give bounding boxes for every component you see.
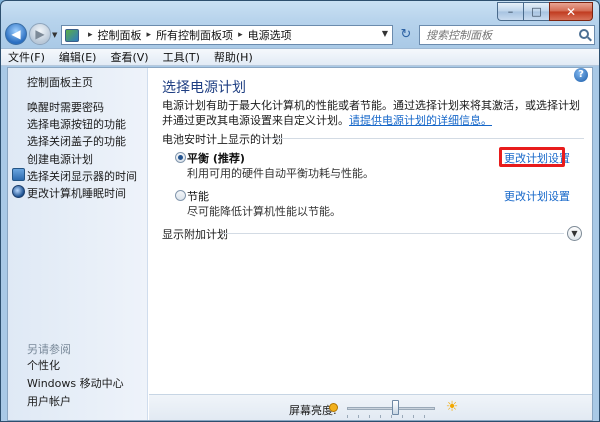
plan-power-saver-settings-link[interactable]: 更改计划设置 — [504, 188, 570, 204]
plan-power-saver-description: 尽可能降低计算机性能以节能。 — [187, 205, 341, 218]
left-task-pane: 控制面板主页 唤醒时需要密码 选择电源按钮的功能 选择关闭盖子的功能 创建电源计… — [8, 68, 148, 420]
caption-buttons: – □ ✕ — [497, 2, 593, 21]
navigation-bar: ◀ ▶ ▼ ▸ 控制面板 ▸ 所有控制面板项 ▸ 电源选项 ▼ ↻ — [1, 23, 599, 47]
search-input[interactable] — [420, 27, 570, 43]
section-label: 电池安时计上显示的计划 — [162, 133, 283, 146]
recent-pages-dropdown-icon[interactable]: ▼ — [52, 31, 57, 39]
brightness-slider-ticks — [347, 415, 435, 418]
page-description: 电源计划有助于最大化计算机的性能或者节能。通过选择计划来将其激活，或选择计划并通… — [162, 98, 582, 128]
sidebar-item-display-off[interactable]: 选择关闭显示器的时间 — [27, 168, 137, 184]
see-also-heading: 另请参阅 — [27, 343, 71, 356]
address-dropdown-icon[interactable]: ▼ — [382, 29, 388, 38]
plan-balanced-name[interactable]: 平衡 (推荐) — [187, 150, 245, 166]
brightness-slider-thumb[interactable] — [392, 400, 400, 415]
additional-plans-divider — [223, 233, 564, 234]
refresh-icon[interactable]: ↻ — [398, 27, 414, 43]
see-also-personalization[interactable]: 个性化 — [27, 357, 60, 373]
plan-balanced-description: 利用可用的硬件自动平衡功耗与性能。 — [187, 167, 374, 180]
help-icon[interactable]: ? — [574, 68, 588, 82]
sidebar-item-home[interactable]: 控制面板主页 — [27, 74, 93, 90]
brightness-high-icon: ☀ — [445, 399, 459, 415]
menu-bar: 文件(F) 编辑(E) 查看(V) 工具(T) 帮助(H) — [1, 48, 599, 66]
back-button[interactable]: ◀ — [5, 23, 27, 45]
plan-power-saver-radio[interactable] — [175, 190, 186, 201]
brightness-low-icon — [329, 403, 338, 412]
expand-chevron-icon[interactable]: ▼ — [567, 226, 582, 241]
sidebar-item-create-plan[interactable]: 创建电源计划 — [27, 151, 93, 167]
sidebar-item-wake-password[interactable]: 唤醒时需要密码 — [27, 99, 104, 115]
page-title: 选择电源计划 — [162, 80, 246, 96]
breadcrumb-separator-icon[interactable]: ▸ — [88, 30, 93, 40]
maximize-button[interactable]: □ — [523, 2, 549, 21]
content-area: 控制面板主页 唤醒时需要密码 选择电源按钮的功能 选择关闭盖子的功能 创建电源计… — [7, 67, 593, 421]
additional-plans-label[interactable]: 显示附加计划 — [162, 226, 228, 242]
forward-button[interactable]: ▶ — [29, 23, 51, 45]
section-divider — [269, 138, 584, 139]
breadcrumb-power-options[interactable]: 电源选项 — [248, 27, 292, 43]
menu-view[interactable]: 查看(V) — [103, 49, 155, 65]
breadcrumb-all-items[interactable]: 所有控制面板项 — [156, 27, 233, 43]
highlight-box — [499, 147, 565, 167]
plan-power-saver-name[interactable]: 节能 — [187, 188, 209, 204]
breadcrumb-separator-icon[interactable]: ▸ — [238, 30, 243, 40]
see-also-mobility-center[interactable]: Windows 移动中心 — [27, 375, 124, 391]
brightness-slider-track[interactable] — [347, 407, 435, 410]
plan-balanced-radio[interactable] — [175, 152, 186, 163]
close-button[interactable]: ✕ — [549, 2, 593, 21]
sleep-moon-icon — [12, 185, 25, 198]
see-also-user-accounts[interactable]: 用户帐户 — [27, 393, 71, 409]
breadcrumb-control-panel[interactable]: 控制面板 — [98, 27, 142, 43]
main-pane: ? 选择电源计划 电源计划有助于最大化计算机的性能或者节能。通过选择计划来将其激… — [149, 68, 592, 420]
sidebar-item-power-button[interactable]: 选择电源按钮的功能 — [27, 116, 126, 132]
search-icon[interactable] — [579, 29, 589, 39]
control-panel-window: – □ ✕ ◀ ▶ ▼ ▸ 控制面板 ▸ 所有控制面板项 ▸ 电源选项 ▼ ↻ … — [0, 0, 600, 422]
monitor-icon — [12, 168, 25, 181]
minimize-button[interactable]: – — [497, 2, 523, 21]
search-box — [419, 25, 595, 45]
menu-help[interactable]: 帮助(H) — [207, 49, 260, 65]
menu-edit[interactable]: 编辑(E) — [52, 49, 104, 65]
menu-file[interactable]: 文件(F) — [1, 49, 52, 65]
control-panel-icon — [65, 28, 79, 42]
sidebar-item-lid-close[interactable]: 选择关闭盖子的功能 — [27, 133, 126, 149]
plan-details-link[interactable]: 请提供电源计划的详细信息。 — [349, 114, 492, 127]
sidebar-item-sleep-time[interactable]: 更改计算机睡眠时间 — [27, 185, 126, 201]
brightness-bar: 屏幕亮度: ☀ — [149, 394, 592, 420]
address-bar[interactable]: ▸ 控制面板 ▸ 所有控制面板项 ▸ 电源选项 ▼ — [61, 25, 393, 45]
breadcrumb-separator-icon[interactable]: ▸ — [147, 30, 152, 40]
menu-tools[interactable]: 工具(T) — [156, 49, 207, 65]
